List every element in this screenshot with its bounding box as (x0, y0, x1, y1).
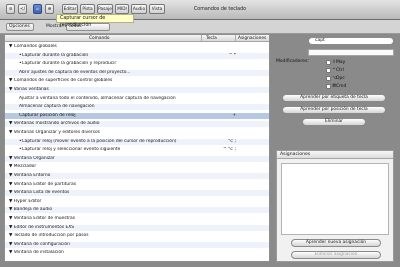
checkbox-shift[interactable] (326, 60, 331, 65)
command-label: ▼ Ventana Entorno (9, 173, 51, 178)
options-popup[interactable]: Opciones (6, 23, 34, 31)
list-header: Comando Tecla Asignaciones (5, 35, 269, 42)
command-label: ▼ Ventana Lista de eventos (9, 190, 70, 196)
list-item[interactable]: ▼ Bandeja de audio (5, 207, 269, 214)
list-item[interactable]: ▼ Teclado de introducción por pasos (5, 233, 269, 239)
tb-button-2[interactable]: </ (18, 4, 27, 14)
assignments-list[interactable] (281, 163, 389, 235)
list-item[interactable]: Capturar posición de reloj + (5, 112, 269, 119)
list-item[interactable]: Abrir ajustes de captura de eventos del … (5, 69, 269, 76)
list-item[interactable]: •Capturar reloj y seleccionar evento sig… (5, 147, 269, 153)
list-item[interactable]: ▼ Varias ventanas (5, 87, 269, 93)
list-item[interactable]: ▼ Ventana Editor de partituras (5, 182, 269, 188)
command-label: ▼ Editor de instrumentos EXS (9, 224, 75, 230)
header-key[interactable]: Tecla (206, 36, 217, 41)
delete-button[interactable]: Eliminar (302, 118, 366, 126)
menu-vista[interactable]: Vista (149, 4, 165, 14)
key-label: ^ * (228, 52, 236, 58)
list-item[interactable]: Almacenar captura de navegación (5, 104, 269, 111)
command-label: Ajustar a ventana todo el contenido, alm… (19, 95, 176, 101)
list-item[interactable]: •Capturar durante la grabación ^ * (5, 52, 269, 59)
command-label: ▼ Ventana Editor de partituras (9, 181, 76, 187)
command-label: ▼ Bandeja de audio (9, 207, 53, 213)
header-separator (235, 35, 236, 42)
learn-by-key-label-button[interactable]: Aprender por etiqueta de tecla (282, 94, 386, 102)
checkbox-ctrl[interactable] (326, 68, 331, 73)
list-item[interactable]: Ajustar a ventana todo el contenido, alm… (5, 96, 269, 102)
assignments-panel: Asignaciones Aprender nueva asignación E… (276, 150, 394, 262)
right-panel: ⌕ capt Modificadores: ⇧ May ^ Ctrl ⌥ Opc… (272, 34, 396, 262)
list-item[interactable]: ▼ Ventanas Organizar y editores diversos (5, 130, 269, 136)
command-label: ▼ Ventana de instalación (9, 250, 64, 256)
command-label: Almacenar captura de navegación (19, 104, 95, 110)
tb-button-4[interactable]: ⊕ (45, 4, 54, 14)
command-label: ▼ Ventanas mostrando archivos de audio (9, 121, 100, 127)
list-item[interactable]: ▼ Ventana de instalación (5, 250, 269, 256)
list-item[interactable]: ▼ Ventana Lista de eventos (5, 190, 269, 197)
menu-audio[interactable]: Audio (131, 4, 147, 14)
list-item[interactable]: ▼ Comandos globales (5, 44, 269, 50)
key-label: ^ ⌥ ; (222, 147, 236, 153)
list-item[interactable]: ▼ Ventana Organizar (5, 155, 269, 162)
menu-midi[interactable]: MIDI (115, 4, 129, 14)
label-ctrl: Ctrl (336, 68, 345, 73)
list-item[interactable]: ▼ Editor de instrumentos EXS (5, 224, 269, 231)
menu-pasaje[interactable]: Pasaje (97, 4, 113, 14)
command-label: ▼ Ventana Organizar (9, 155, 55, 161)
list-item[interactable]: •Capturar durante la grabación y reprodu… (5, 61, 269, 67)
command-label: ▼ Hyper Editor (9, 198, 42, 204)
command-label: ▼ Ventanas Organizar y editores diversos (9, 130, 100, 135)
command-label: ▼ Ventana Editor de muestras (9, 216, 76, 221)
header-separator (201, 35, 202, 42)
key-label: ⌥ ; (228, 138, 236, 144)
command-label: Abrir ajustes de captura de eventos del … (19, 69, 131, 75)
command-label: ▼ Comandos de superficies de control glo… (9, 78, 113, 84)
command-label: •Capturar durante la grabación (19, 52, 89, 58)
menu-pista[interactable]: Pista (80, 4, 95, 14)
key-label: + (232, 112, 236, 118)
command-list: Comando Tecla Asignaciones ▼ Comandos gl… (4, 34, 270, 262)
list-item[interactable]: ▼ Hyper Editor (5, 199, 269, 205)
learn-by-key-position-button[interactable]: Aprender por posición de tecla (282, 106, 386, 114)
menu-editar[interactable]: Editar (62, 4, 78, 14)
command-label: ▼ Comandos globales (9, 44, 57, 49)
assignments-title: Asignaciones (277, 151, 393, 159)
command-label: ▼ Varias ventanas (9, 87, 49, 92)
window-title: Comandos de teclado (193, 7, 247, 12)
command-label: •Capturar durante la grabación y reprodu… (19, 61, 117, 67)
command-label: Capturar posición de reloj (19, 112, 76, 118)
vertical-scrollbar[interactable] (269, 42, 270, 262)
tb-button-1[interactable]: ⊘ (6, 4, 15, 14)
list-item[interactable]: ▼ Ventana Entorno (5, 173, 269, 179)
tooltip: Capturar cursor de reproducción (56, 14, 134, 28)
list-item[interactable]: ▼ Ventana Editor de muestras (5, 216, 269, 222)
checkbox-cmd[interactable] (326, 84, 331, 89)
learn-new-assignment-button[interactable]: Aprender nueva asignación (291, 239, 381, 247)
label-may: May (336, 60, 346, 65)
command-label: •Capturar reloj y seleccionar evento sig… (19, 147, 121, 153)
list-item[interactable]: ▼ Mezclador (5, 164, 269, 170)
list-item[interactable]: •Capturar reloj (mover evento a la posic… (5, 138, 269, 145)
delete-assignment-button[interactable]: Eliminar asignación (291, 251, 381, 259)
modifiers-label: Modificadores: (276, 59, 309, 64)
command-label: •Capturar reloj (mover evento a la posic… (19, 138, 177, 144)
search-input[interactable]: capt (308, 37, 394, 45)
header-command[interactable]: Comando (89, 36, 110, 41)
label-opc: Opc (336, 76, 345, 81)
label-cmd: Cmd (336, 84, 347, 89)
command-label: ▼ Mezclador (9, 164, 37, 170)
list-item[interactable]: ▼ Ventanas mostrando archivos de audio (5, 121, 269, 128)
list-item[interactable]: ▼ Ventana de configuración (5, 241, 269, 248)
header-assignments[interactable]: Asignaciones (238, 36, 266, 41)
command-label: ▼ Teclado de introducción por pasos (9, 233, 89, 239)
checkbox-opt[interactable] (326, 76, 331, 81)
key-field[interactable] (308, 49, 394, 56)
list-item[interactable]: ▼ Comandos de superficies de control glo… (5, 78, 269, 84)
command-label: ▼ Ventana de configuración (9, 241, 70, 247)
tb-button-3[interactable]: = (33, 4, 42, 14)
